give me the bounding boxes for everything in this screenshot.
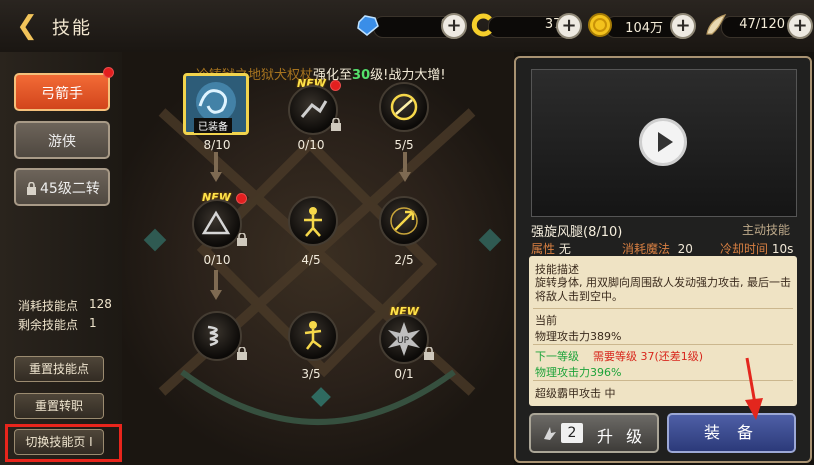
tab-second-job-locked[interactable]: 45级二转 bbox=[14, 168, 110, 206]
upgrade-label: 升 级 bbox=[597, 427, 647, 446]
skill-5-level: 4/5 bbox=[301, 253, 321, 267]
play-icon[interactable] bbox=[639, 118, 687, 166]
svg-text:UP: UP bbox=[397, 336, 410, 346]
skill-9-level: 0/1 bbox=[394, 367, 414, 381]
tab-ranger[interactable]: 游侠 bbox=[14, 121, 110, 159]
upgrade-cost: 2 bbox=[561, 423, 583, 443]
lock-icon bbox=[331, 118, 341, 131]
tree-arrow-down-icon bbox=[210, 270, 222, 300]
jump-figure-icon bbox=[304, 321, 322, 350]
blue-gem-icon bbox=[357, 15, 379, 36]
notification-dot bbox=[103, 67, 114, 78]
next-level-value: 物理攻击力396% bbox=[535, 366, 622, 379]
add-stamina-button[interactable]: + bbox=[787, 13, 813, 39]
next-level-requirement: 需要等级 37(还差1级) bbox=[593, 350, 704, 363]
coins-value: 104万 bbox=[625, 21, 663, 36]
remaining-points-label: 剩余技能点 bbox=[18, 318, 79, 332]
skill-slot-4[interactable] bbox=[192, 199, 242, 249]
skill-point-icon bbox=[544, 427, 556, 440]
wing-stamina-icon bbox=[706, 13, 727, 35]
reset-class-button[interactable]: 重置转职 bbox=[14, 393, 104, 419]
skill-8-level: 3/5 bbox=[301, 367, 321, 381]
skill-4-level: 0/10 bbox=[203, 253, 231, 267]
leap-figure-icon bbox=[304, 207, 322, 237]
lock-icon bbox=[237, 347, 247, 360]
skill-slot-9[interactable]: UP bbox=[379, 314, 429, 364]
stamina-value: 47/120 bbox=[739, 17, 785, 32]
lock-icon bbox=[237, 233, 247, 246]
bow-rune-icon bbox=[390, 93, 418, 121]
gems-value: 0 bbox=[385, 17, 449, 32]
remaining-points-value: 1 bbox=[89, 316, 97, 330]
add-coins-button[interactable]: + bbox=[670, 13, 696, 39]
skill-slot-3[interactable] bbox=[379, 82, 429, 132]
attribute-row: 属性 无 bbox=[531, 242, 571, 256]
page-title: 技能 bbox=[52, 18, 92, 39]
resource-gold-swirl: 3730 + bbox=[470, 12, 582, 39]
equip-button[interactable]: 装 备 bbox=[667, 413, 796, 453]
skill-2-level: 0/10 bbox=[297, 138, 325, 152]
red-arrow-annotation bbox=[745, 357, 763, 420]
reset-skill-points-button[interactable]: 重置技能点 bbox=[14, 356, 104, 382]
mana-row: 消耗魔法 20 bbox=[622, 242, 693, 256]
switch-skill-page-button[interactable]: 切换技能页 I bbox=[14, 429, 104, 455]
gold-swirl-icon bbox=[471, 13, 492, 37]
skill-slot-8[interactable] bbox=[288, 311, 338, 361]
next-level-label: 下一等级 bbox=[535, 350, 579, 363]
gold-coin-icon bbox=[588, 13, 612, 37]
arrow-rune-icon bbox=[390, 207, 418, 235]
add-gold-swirl-button[interactable]: + bbox=[556, 13, 582, 39]
tree-arrow-down-icon bbox=[399, 152, 411, 182]
skill-slot-7[interactable] bbox=[192, 311, 242, 361]
up-burst-icon: UP bbox=[388, 322, 420, 356]
back-arrow-icon[interactable]: ❮ bbox=[10, 12, 44, 40]
lock-icon bbox=[27, 182, 36, 195]
skill-slot-1[interactable]: 已装备 bbox=[183, 73, 249, 135]
desc-text: 旋转身体, 用双脚向周围敌人发动强力攻击, 最后一击将敌人击到空中。 bbox=[535, 276, 791, 303]
fan-kick-icon bbox=[201, 210, 231, 235]
skill-3-level: 5/5 bbox=[394, 138, 414, 152]
skill-type: 主动技能 bbox=[742, 223, 791, 237]
resource-gems: 0 + bbox=[355, 12, 467, 39]
skill-1-level: 8/10 bbox=[203, 138, 231, 152]
skill-slot-5[interactable] bbox=[288, 196, 338, 246]
tab-second-job-label: 45级二转 bbox=[40, 181, 100, 197]
resource-stamina: 47/120 + bbox=[703, 12, 814, 39]
skill-name: 强旋风腿(8/10) bbox=[531, 225, 623, 240]
lock-icon bbox=[424, 347, 434, 360]
super-armor-info: 超级霸甲攻击 中 bbox=[535, 387, 616, 400]
equipped-tag: 已装备 bbox=[194, 118, 232, 133]
tree-arrow-down-icon bbox=[210, 152, 222, 182]
resource-coins: 104万 + bbox=[587, 12, 699, 39]
desc-title: 技能描述 bbox=[535, 263, 579, 276]
cooldown-row: 冷却时间 10s bbox=[720, 242, 794, 256]
skill-slot-6[interactable] bbox=[379, 196, 429, 246]
spring-icon bbox=[207, 325, 219, 347]
current-label: 当前 bbox=[535, 314, 557, 327]
upgrade-button[interactable]: 2 升 级 bbox=[529, 413, 659, 453]
add-gems-button[interactable]: + bbox=[441, 13, 467, 39]
consumed-points-label: 消耗技能点 bbox=[18, 299, 79, 313]
tab-archer[interactable]: 弓箭手 bbox=[14, 73, 110, 111]
skill-6-level: 2/5 bbox=[394, 253, 414, 267]
current-value: 物理攻击力389% bbox=[535, 330, 622, 343]
consumed-points-value: 128 bbox=[89, 297, 112, 311]
